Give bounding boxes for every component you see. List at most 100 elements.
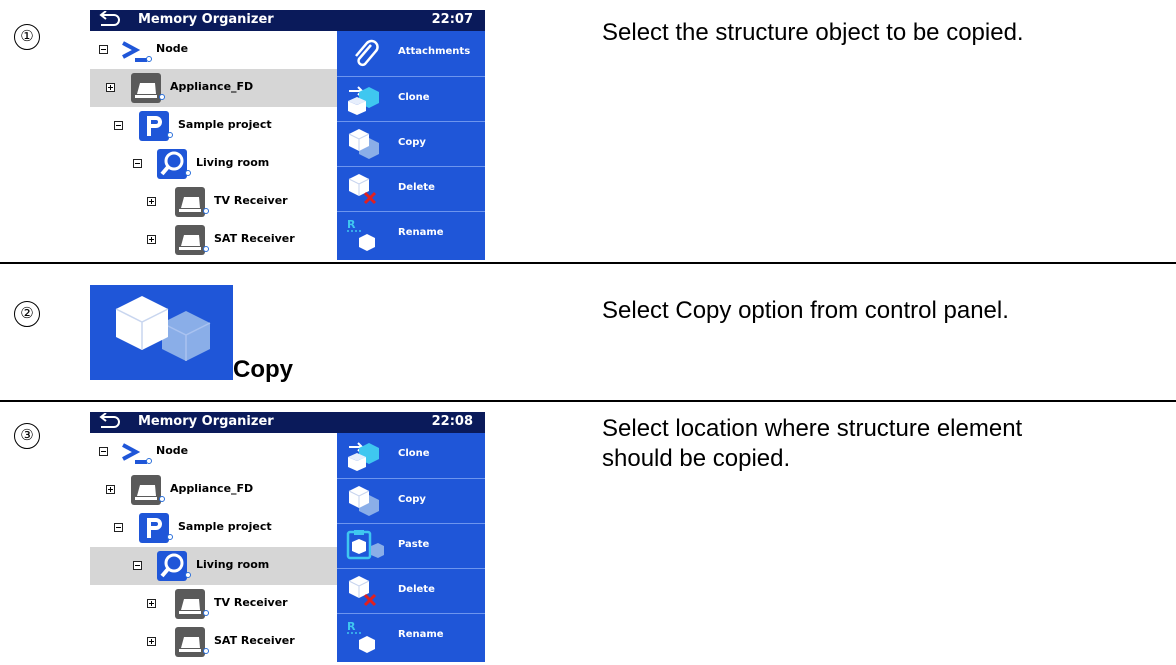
paste-button[interactable]: Paste bbox=[337, 523, 485, 568]
node-dot bbox=[167, 132, 173, 138]
clone-button[interactable]: Clone bbox=[337, 76, 485, 121]
expand-icon[interactable] bbox=[106, 485, 115, 494]
svg-text:R: R bbox=[347, 218, 356, 231]
step-number-1: ① bbox=[14, 24, 40, 50]
step-number-2: ② bbox=[14, 301, 40, 327]
paste-icon bbox=[346, 530, 384, 560]
node-dot bbox=[146, 458, 152, 464]
tree-row-appliance-fd[interactable]: Appliance_FD bbox=[90, 69, 337, 107]
tree-row-appliance-fd[interactable]: Appliance_FD bbox=[90, 471, 337, 509]
tree-label: Sample project bbox=[178, 118, 272, 131]
divider-1 bbox=[0, 262, 1176, 264]
tree-row-tv-receiver[interactable]: TV Receiver bbox=[90, 585, 337, 623]
node-dot bbox=[146, 56, 152, 62]
tree-row-living-room[interactable]: Living room bbox=[90, 145, 337, 183]
expand-icon[interactable] bbox=[147, 235, 156, 244]
collapse-icon[interactable] bbox=[133, 159, 142, 168]
screen-title: Memory Organizer bbox=[138, 414, 274, 429]
tree-label: TV Receiver bbox=[214, 194, 288, 207]
step-description-1: Select the structure object to be copied… bbox=[602, 19, 1024, 46]
structure-tree: Node Appliance_FD Sample project Living … bbox=[90, 433, 337, 662]
tree-label: Appliance_FD bbox=[170, 482, 254, 495]
expand-icon[interactable] bbox=[106, 83, 115, 92]
node-icon bbox=[122, 41, 147, 62]
rename-button[interactable]: R Rename bbox=[337, 211, 485, 256]
collapse-icon[interactable] bbox=[114, 523, 123, 532]
tree-row-node[interactable]: Node bbox=[90, 31, 337, 69]
clone-icon bbox=[348, 86, 379, 115]
tree-label: Living room bbox=[196, 558, 270, 571]
panel-label: Clone bbox=[398, 448, 430, 459]
expand-icon[interactable] bbox=[147, 197, 156, 206]
clock-time: 22:07 bbox=[431, 12, 473, 27]
node-dot bbox=[185, 572, 191, 578]
expand-icon[interactable] bbox=[147, 599, 156, 608]
tree-label: Appliance_FD bbox=[170, 80, 254, 93]
collapse-icon[interactable] bbox=[133, 561, 142, 570]
tree-row-living-room[interactable]: Living room bbox=[90, 547, 337, 585]
panel-label: Clone bbox=[398, 92, 430, 103]
tree-row-tv-receiver[interactable]: TV Receiver bbox=[90, 183, 337, 221]
node-dot bbox=[203, 246, 209, 252]
tree-row-sat-receiver[interactable]: SAT Receiver bbox=[90, 221, 337, 259]
node-dot bbox=[159, 94, 165, 100]
location-icon bbox=[157, 551, 187, 581]
tree-row-sat-receiver[interactable]: SAT Receiver bbox=[90, 623, 337, 661]
node-dot bbox=[203, 610, 209, 616]
copy-button[interactable]: Copy bbox=[337, 121, 485, 166]
tree-label: Node bbox=[156, 42, 189, 55]
panel-label: Delete bbox=[398, 182, 435, 193]
rename-icon: R bbox=[347, 218, 375, 251]
tree-label: SAT Receiver bbox=[214, 634, 295, 647]
location-icon bbox=[157, 149, 187, 179]
collapse-icon[interactable] bbox=[99, 45, 108, 54]
copy-icon bbox=[348, 129, 379, 159]
expand-icon[interactable] bbox=[147, 637, 156, 646]
delete-button[interactable]: Delete bbox=[337, 166, 485, 211]
project-icon bbox=[139, 513, 169, 543]
panel-label: Delete bbox=[398, 584, 435, 595]
clone-button[interactable]: Clone bbox=[337, 433, 485, 478]
back-icon[interactable] bbox=[96, 11, 122, 29]
node-dot bbox=[185, 170, 191, 176]
tree-label: SAT Receiver bbox=[214, 232, 295, 245]
tree-row-sample-project[interactable]: Sample project bbox=[90, 509, 337, 547]
device-screen-1: Memory Organizer 22:07 Node Appliance_FD bbox=[90, 10, 485, 260]
tree-label: Sample project bbox=[178, 520, 272, 533]
collapse-icon[interactable] bbox=[114, 121, 123, 130]
divider-2 bbox=[0, 400, 1176, 402]
panel-label: Rename bbox=[398, 629, 444, 640]
svg-text:R: R bbox=[347, 620, 356, 633]
panel-label: Copy bbox=[398, 137, 426, 148]
copy-icon bbox=[348, 486, 379, 516]
rename-button[interactable]: R Rename bbox=[337, 613, 485, 658]
panel-label: Rename bbox=[398, 227, 444, 238]
copy-option-button[interactable] bbox=[90, 285, 233, 380]
appliance-icon bbox=[131, 475, 161, 505]
delete-button[interactable]: Delete bbox=[337, 568, 485, 613]
appliance-icon bbox=[175, 225, 205, 255]
paperclip-icon bbox=[355, 39, 379, 67]
panel-label: Attachments bbox=[398, 46, 471, 57]
structure-tree: Node Appliance_FD Sample project Living … bbox=[90, 31, 337, 260]
delete-icon bbox=[348, 576, 377, 607]
copy-button[interactable]: Copy bbox=[337, 478, 485, 523]
project-icon bbox=[139, 111, 169, 141]
tree-row-sample-project[interactable]: Sample project bbox=[90, 107, 337, 145]
tree-label: Living room bbox=[196, 156, 270, 169]
node-dot bbox=[203, 648, 209, 654]
control-panel: Attachments Clone Copy Delete R Rename bbox=[337, 31, 485, 260]
title-bar: Memory Organizer 22:07 bbox=[90, 10, 485, 31]
node-dot bbox=[167, 534, 173, 540]
collapse-icon[interactable] bbox=[99, 447, 108, 456]
device-screen-3: Memory Organizer 22:08 Node Appliance_FD bbox=[90, 412, 485, 662]
appliance-icon bbox=[175, 589, 205, 619]
back-icon[interactable] bbox=[96, 413, 122, 431]
attachments-button[interactable]: Attachments bbox=[337, 31, 485, 76]
step-description-3: Select location where structure element … bbox=[602, 415, 1023, 472]
tree-row-node[interactable]: Node bbox=[90, 433, 337, 471]
node-dot bbox=[203, 208, 209, 214]
tree-label: TV Receiver bbox=[214, 596, 288, 609]
step-description-2: Select Copy option from control panel. bbox=[602, 297, 1009, 324]
node-icon bbox=[122, 443, 147, 464]
